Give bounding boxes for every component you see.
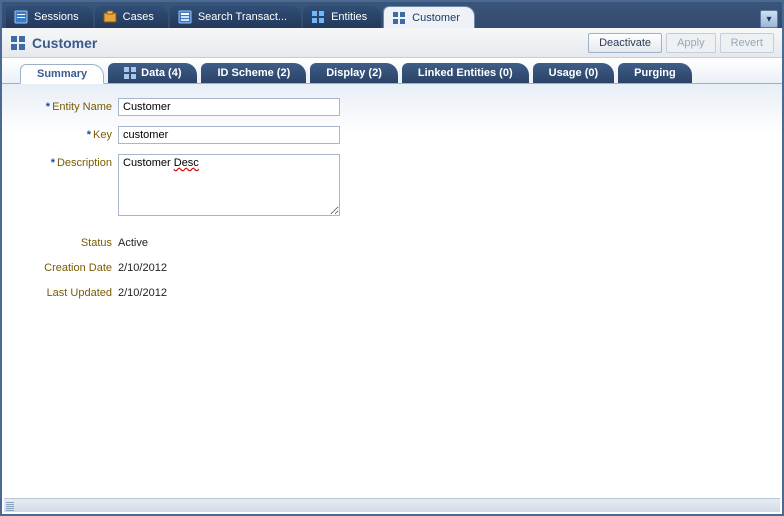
description-label: *Description bbox=[10, 154, 118, 169]
subtab-data[interactable]: Data (4) bbox=[108, 63, 197, 83]
data-icon bbox=[124, 67, 136, 79]
subtab-label: Data (4) bbox=[141, 67, 181, 79]
subtab-label: ID Scheme (2) bbox=[217, 67, 290, 79]
status-bar bbox=[4, 498, 780, 512]
tab-label: Search Transact... bbox=[198, 11, 287, 23]
row-last-updated: Last Updated 2/10/2012 bbox=[10, 284, 774, 299]
row-description: *Description Customer Desc bbox=[10, 154, 774, 216]
row-creation-date: Creation Date 2/10/2012 bbox=[10, 259, 774, 274]
subtab-purging[interactable]: Purging bbox=[618, 63, 692, 83]
sessions-icon bbox=[14, 10, 28, 24]
key-label: *Key bbox=[10, 126, 118, 141]
page-title: Customer bbox=[32, 35, 97, 51]
creation-date-label: Creation Date bbox=[10, 259, 118, 274]
subtab-summary[interactable]: Summary bbox=[20, 64, 104, 84]
subtab-label: Summary bbox=[37, 68, 87, 80]
key-input[interactable] bbox=[118, 126, 340, 144]
tab-entities[interactable]: Entities bbox=[303, 6, 381, 28]
row-key: *Key bbox=[10, 126, 774, 144]
page-title-icon bbox=[10, 35, 26, 51]
top-nav: Sessions Cases Search Transact... Entiti… bbox=[2, 2, 782, 28]
entity-name-input[interactable] bbox=[118, 98, 340, 116]
subtab-linked-entities[interactable]: Linked Entities (0) bbox=[402, 63, 529, 83]
entity-name-label: *Entity Name bbox=[10, 98, 118, 113]
row-status: Status Active bbox=[10, 234, 774, 249]
status-value: Active bbox=[118, 234, 148, 249]
page-actions: Deactivate Apply Revert bbox=[588, 33, 774, 53]
revert-button[interactable]: Revert bbox=[720, 33, 774, 53]
tab-search-transactions[interactable]: Search Transact... bbox=[170, 6, 301, 28]
sub-tabs: Summary Data (4) ID Scheme (2) Display (… bbox=[2, 58, 782, 84]
tab-label: Entities bbox=[331, 11, 367, 23]
page-header: Customer Deactivate Apply Revert bbox=[2, 28, 782, 58]
subtab-label: Purging bbox=[634, 67, 676, 79]
subtab-id-scheme[interactable]: ID Scheme (2) bbox=[201, 63, 306, 83]
subtab-label: Usage (0) bbox=[549, 67, 599, 79]
summary-panel: *Entity Name *Key *Description Customer … bbox=[2, 84, 782, 498]
tab-label: Sessions bbox=[34, 11, 79, 23]
last-updated-label: Last Updated bbox=[10, 284, 118, 299]
tab-cases[interactable]: Cases bbox=[95, 6, 168, 28]
required-mark: * bbox=[87, 129, 91, 141]
search-transactions-icon bbox=[178, 10, 192, 24]
resize-grip-icon bbox=[6, 501, 14, 511]
subtab-label: Display (2) bbox=[326, 67, 382, 79]
customer-icon bbox=[392, 11, 406, 25]
window-menu-button[interactable]: ▾ bbox=[760, 10, 778, 28]
deactivate-button[interactable]: Deactivate bbox=[588, 33, 662, 53]
app-frame: Sessions Cases Search Transact... Entiti… bbox=[0, 0, 784, 516]
creation-date-value: 2/10/2012 bbox=[118, 259, 167, 274]
row-entity-name: *Entity Name bbox=[10, 98, 774, 116]
required-mark: * bbox=[46, 101, 50, 113]
dropdown-icon: ▾ bbox=[766, 14, 771, 25]
status-label: Status bbox=[10, 234, 118, 249]
last-updated-value: 2/10/2012 bbox=[118, 284, 167, 299]
description-textarea[interactable]: Customer Desc bbox=[118, 154, 340, 216]
tab-customer[interactable]: Customer bbox=[383, 6, 475, 28]
tab-label: Cases bbox=[123, 11, 154, 23]
subtab-label: Linked Entities (0) bbox=[418, 67, 513, 79]
tab-label: Customer bbox=[412, 12, 460, 24]
tab-sessions[interactable]: Sessions bbox=[6, 6, 93, 28]
cases-icon bbox=[103, 10, 117, 24]
subtab-display[interactable]: Display (2) bbox=[310, 63, 398, 83]
required-mark: * bbox=[51, 157, 55, 169]
apply-button[interactable]: Apply bbox=[666, 33, 716, 53]
subtab-usage[interactable]: Usage (0) bbox=[533, 63, 615, 83]
entities-icon bbox=[311, 10, 325, 24]
